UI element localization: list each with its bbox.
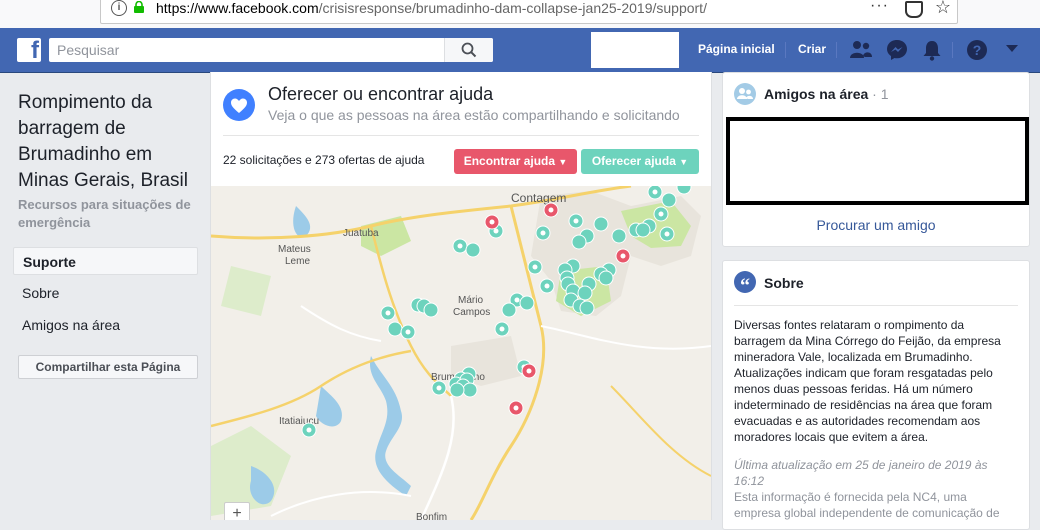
- info-icon[interactable]: i: [111, 0, 127, 16]
- zoom-in-button[interactable]: +: [224, 502, 250, 520]
- star-icon[interactable]: ☆: [935, 0, 951, 18]
- last-updated: Última atualização em 25 de janeiro de 2…: [734, 458, 988, 488]
- search-input[interactable]: [49, 38, 452, 62]
- map-label-mario: Mário: [458, 295, 483, 306]
- divider: [734, 305, 1018, 306]
- home-link[interactable]: Página inicial: [698, 42, 775, 56]
- friends-title-text: Amigos na área: [764, 86, 869, 102]
- nav-divider: [952, 42, 953, 58]
- help-counts: 22 solicitações e 273 ofertas de ajuda: [223, 153, 425, 167]
- notifications-icon[interactable]: [922, 39, 942, 61]
- map-label-leme: Leme: [285, 256, 310, 267]
- browser-toolbar: i https://www.facebook.com/crisisrespons…: [0, 0, 1040, 28]
- source-info: Esta informação é fornecida pela NC4, um…: [734, 490, 1000, 520]
- friends-card: Amigos na área · 1 Procurar um amigo: [722, 72, 1030, 247]
- find-friend-link[interactable]: Procurar um amigo: [723, 217, 1029, 233]
- map-canvas: Contagem Juatuba Mateus Leme Mário Campo…: [211, 186, 711, 520]
- chevron-down-icon: ▼: [679, 157, 689, 167]
- nav-item-support[interactable]: Suporte: [13, 247, 198, 275]
- friend-redacted-box: [726, 117, 1029, 205]
- heart-icon: [223, 89, 255, 121]
- more-icon[interactable]: ···: [870, 0, 889, 15]
- help-card: Oferecer ou encontrar ajuda Veja o que a…: [210, 72, 712, 520]
- map-label-mateus: Mateus: [278, 244, 311, 255]
- url-path: /crisisresponse/brumadinho-dam-collapse-…: [318, 0, 707, 16]
- account-menu-icon[interactable]: [1006, 45, 1018, 53]
- map-label-juatuba: Juatuba: [343, 228, 379, 239]
- nav-divider: [785, 42, 786, 58]
- svg-text:?: ?: [973, 42, 982, 58]
- chevron-down-icon: ▼: [558, 157, 568, 167]
- profile-placeholder[interactable]: [591, 32, 679, 68]
- friends-count: 1: [880, 86, 889, 102]
- messenger-icon[interactable]: [886, 39, 908, 61]
- help-title: Oferecer ou encontrar ajuda: [268, 84, 494, 104]
- friends-icon: [734, 83, 756, 105]
- url-domain: https://www.facebook.com: [156, 0, 319, 16]
- find-help-label: Encontrar ajuda: [463, 154, 556, 168]
- search-icon: [461, 42, 477, 58]
- help-map[interactable]: Contagem Juatuba Mateus Leme Mário Campo…: [211, 186, 711, 520]
- nav-item-about[interactable]: Sobre: [13, 279, 198, 307]
- friends-title: Amigos na área · 1: [764, 86, 889, 102]
- map-label-contagem: Contagem: [511, 191, 566, 205]
- address-bar[interactable]: i https://www.facebook.com/crisisrespons…: [100, 0, 958, 24]
- friend-requests-icon[interactable]: [849, 39, 873, 61]
- page-title: Rompimento da barragem de Brumadinho em …: [18, 92, 188, 191]
- page-subtitle: Recursos para situações de emergência: [18, 197, 191, 230]
- map-label-campos: Campos: [453, 307, 490, 318]
- nav-divider: [836, 42, 837, 58]
- map-label-bonfim: Bonfim: [416, 512, 447, 520]
- divider: [223, 135, 699, 136]
- help-icon[interactable]: ?: [966, 39, 988, 61]
- find-help-button[interactable]: Encontrar ajuda ▼: [454, 149, 577, 174]
- offer-help-button[interactable]: Oferecer ajuda ▼: [581, 149, 699, 174]
- url-text: https://www.facebook.com/crisisresponse/…: [156, 0, 707, 16]
- help-subtitle: Veja o que as pessoas na área estão comp…: [268, 107, 680, 123]
- about-text: Diversas fontes relataram o rompimento d…: [734, 318, 1001, 444]
- friends-separator: ·: [872, 86, 877, 102]
- facebook-logo-icon[interactable]: f: [17, 37, 41, 64]
- lock-icon: [134, 1, 144, 13]
- search-button[interactable]: [444, 38, 493, 62]
- offer-help-label: Oferecer ajuda: [591, 154, 676, 168]
- about-title: Sobre: [764, 275, 804, 291]
- create-link[interactable]: Criar: [798, 42, 826, 56]
- search-box: [49, 38, 493, 62]
- pocket-icon[interactable]: [905, 1, 923, 18]
- quote-icon: “: [734, 271, 756, 297]
- nav-item-friends-in-area[interactable]: Amigos na área: [13, 311, 198, 339]
- facebook-header: f Página inicial Criar ?: [0, 28, 1040, 73]
- about-card: “ Sobre Diversas fontes relataram o romp…: [722, 260, 1030, 530]
- share-page-button[interactable]: Compartilhar esta Página: [18, 355, 198, 379]
